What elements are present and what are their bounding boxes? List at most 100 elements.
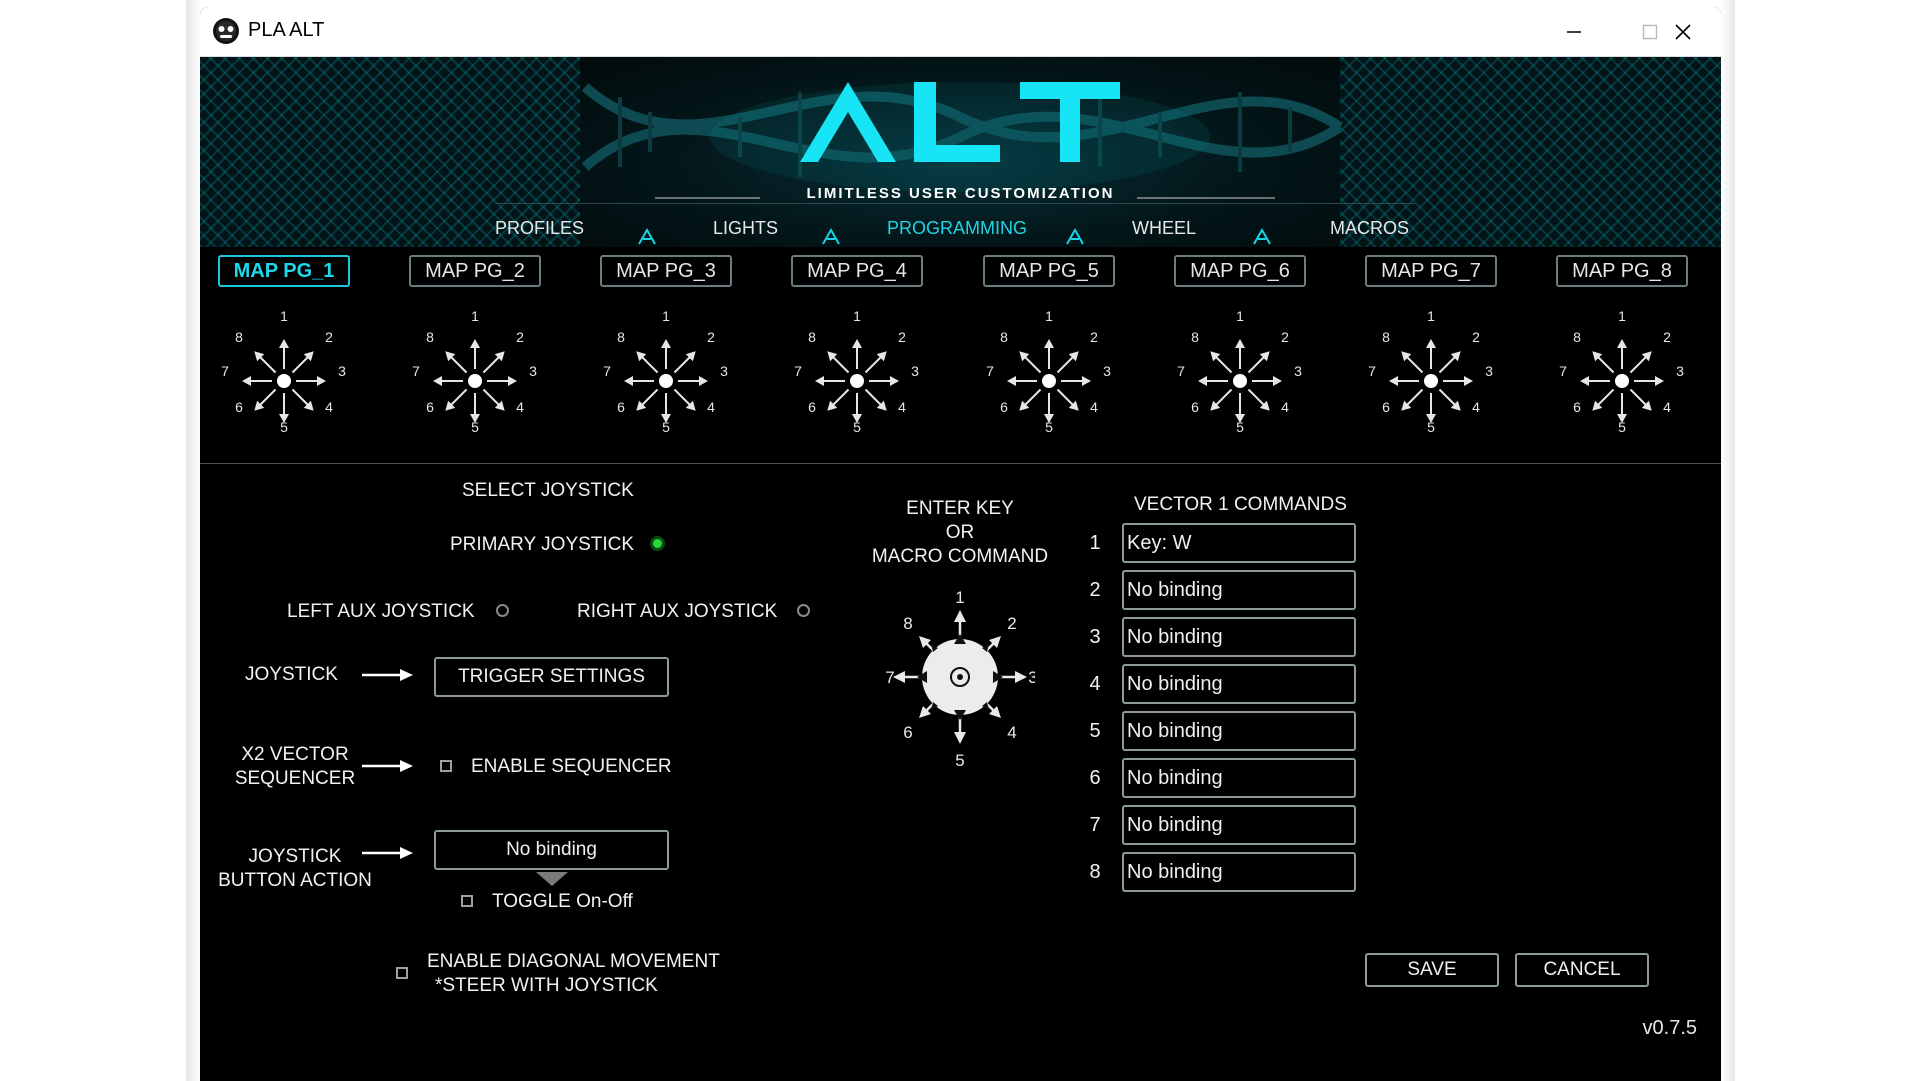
direction-label: 8 (617, 329, 625, 345)
vector-command-3-input[interactable]: No binding (1122, 617, 1356, 657)
trigger-settings-button[interactable]: TRIGGER SETTINGS (434, 657, 669, 697)
map-page-4-button[interactable]: MAP PG_4 (791, 255, 923, 287)
direction-label: 5 (1618, 419, 1626, 435)
nav-separator-icon (1066, 227, 1084, 245)
nav-macros[interactable]: MACROS (1330, 218, 1409, 239)
direction-compass-icon: 1 2 3 4 5 6 7 8 (221, 308, 346, 435)
direction-label: 6 (1000, 399, 1008, 415)
direction-label: 3 (1294, 363, 1302, 379)
map-page-7-button[interactable]: MAP PG_7 (1365, 255, 1497, 287)
direction-label: 6 (235, 399, 243, 415)
joystick-direction-selector-icon[interactable]: 1 2 3 4 5 6 7 8 (885, 582, 1035, 772)
direction-label: 8 (1382, 329, 1390, 345)
direction-label: 4 (1663, 399, 1671, 415)
svg-text:5: 5 (955, 751, 964, 770)
button-action-select[interactable]: No binding (434, 830, 669, 870)
nav-profiles[interactable]: PROFILES (495, 218, 584, 239)
direction-label: 6 (617, 399, 625, 415)
direction-label: 2 (1663, 329, 1671, 345)
direction-label: 2 (1090, 329, 1098, 345)
direction-label: 1 (280, 308, 288, 324)
direction-label: 5 (280, 419, 288, 435)
map-page-2-button[interactable]: MAP PG_2 (409, 255, 541, 287)
vector-command-number: 7 (1089, 814, 1101, 836)
svg-text:4: 4 (1007, 723, 1016, 742)
direction-label: 4 (1281, 399, 1289, 415)
minimize-button[interactable] (1536, 7, 1612, 56)
close-icon (1675, 23, 1691, 40)
direction-label: 3 (911, 363, 919, 379)
direction-label: 7 (221, 363, 229, 379)
direction-label: 1 (1618, 308, 1626, 324)
svg-text:3: 3 (1028, 668, 1035, 687)
vector-command-4-input[interactable]: No binding (1122, 664, 1356, 704)
direction-label: 1 (1427, 308, 1435, 324)
nav-separator-icon (822, 227, 840, 245)
enter-key-label: ENTER KEY (906, 498, 1014, 519)
vector-command-number: 8 (1089, 861, 1101, 883)
vector-command-number: 2 (1089, 579, 1101, 601)
save-button[interactable]: SAVE (1365, 953, 1499, 987)
vector-command-number: 6 (1089, 767, 1101, 789)
direction-label: 8 (1573, 329, 1581, 345)
vector-command-1-input[interactable]: Key: W (1122, 523, 1356, 563)
right-aux-joystick-radio[interactable] (797, 604, 810, 617)
vector-commands-heading: VECTOR 1 COMMANDS (1134, 494, 1347, 515)
direction-label: 8 (426, 329, 434, 345)
minimize-icon (1567, 30, 1581, 33)
vector-command-2-input[interactable]: No binding (1122, 570, 1356, 610)
dropdown-caret-icon[interactable] (536, 872, 568, 886)
left-aux-joystick-radio[interactable] (496, 604, 509, 617)
direction-label: 6 (426, 399, 434, 415)
nav-separator-icon (1253, 227, 1271, 245)
enable-sequencer-checkbox[interactable] (440, 760, 452, 772)
vector-command-7-input[interactable]: No binding (1122, 805, 1356, 845)
direction-label: 3 (1485, 363, 1493, 379)
close-button[interactable] (1645, 7, 1721, 56)
vector-command-5-input[interactable]: No binding (1122, 711, 1356, 751)
x2-vector-label: X2 VECTOR (241, 744, 349, 765)
direction-label: 7 (794, 363, 802, 379)
direction-label: 6 (1382, 399, 1390, 415)
right-aux-joystick-label: RIGHT AUX JOYSTICK (577, 601, 778, 622)
direction-label: 2 (898, 329, 906, 345)
direction-label: 3 (338, 363, 346, 379)
direction-label: 6 (1191, 399, 1199, 415)
app-logo-icon (213, 18, 239, 44)
direction-label: 1 (853, 308, 861, 324)
map-page-3-button[interactable]: MAP PG_3 (600, 255, 732, 287)
direction-compass-icon: 1 2 3 4 5 6 7 8 (1368, 308, 1493, 435)
direction-label: 6 (808, 399, 816, 415)
direction-label: 3 (720, 363, 728, 379)
direction-label: 3 (529, 363, 537, 379)
vector-command-number: 3 (1089, 626, 1101, 648)
direction-label: 7 (1368, 363, 1376, 379)
map-page-1-button[interactable]: MAP PG_1 (218, 255, 350, 287)
diagonal-movement-label: ENABLE DIAGONAL MOVEMENT (427, 951, 720, 972)
direction-label: 7 (986, 363, 994, 379)
direction-label: 2 (707, 329, 715, 345)
direction-label: 2 (1281, 329, 1289, 345)
nav-wheel[interactable]: WHEEL (1132, 218, 1196, 239)
map-page-6-button[interactable]: MAP PG_6 (1174, 255, 1306, 287)
primary-joystick-radio[interactable] (650, 536, 665, 551)
nav-lights[interactable]: LIGHTS (713, 218, 778, 239)
direction-label: 1 (1045, 308, 1053, 324)
version-label: v0.7.5 (1642, 1017, 1697, 1039)
toggle-checkbox[interactable] (461, 895, 473, 907)
direction-label: 5 (1427, 419, 1435, 435)
toggle-label: TOGGLE On-Off (492, 891, 633, 912)
map-page-8-button[interactable]: MAP PG_8 (1556, 255, 1688, 287)
steer-with-joystick-label: *STEER WITH JOYSTICK (435, 975, 658, 996)
direction-compass-icon: 1 2 3 4 5 6 7 8 (603, 308, 728, 435)
title-bar[interactable]: PLA ALT (200, 7, 1721, 57)
arrow-right-icon (362, 847, 413, 859)
diagonal-movement-checkbox[interactable] (396, 967, 408, 979)
direction-label: 2 (516, 329, 524, 345)
cancel-button[interactable]: CANCEL (1515, 953, 1649, 987)
nav-programming[interactable]: PROGRAMMING (887, 218, 1027, 239)
direction-label: 3 (1103, 363, 1111, 379)
vector-command-8-input[interactable]: No binding (1122, 852, 1356, 892)
vector-command-6-input[interactable]: No binding (1122, 758, 1356, 798)
map-page-5-button[interactable]: MAP PG_5 (983, 255, 1115, 287)
